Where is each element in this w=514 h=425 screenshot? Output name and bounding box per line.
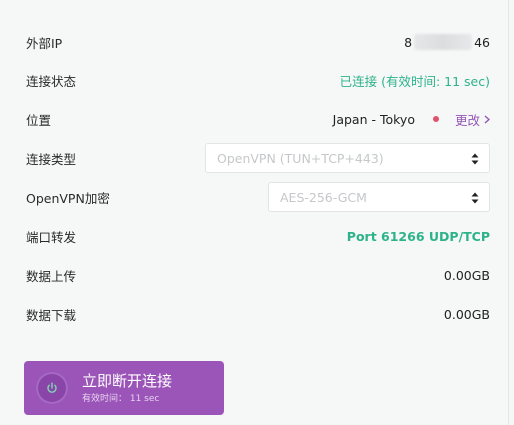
chevron-right-icon	[484, 114, 490, 124]
external-ip-label: 外部IP	[26, 35, 63, 51]
change-location-label: 更改	[454, 112, 480, 128]
connection-type-select[interactable]: OpenVPN (TUN+TCP+443)	[205, 143, 490, 173]
data-upload-label: 数据上传	[26, 268, 77, 284]
connection-type-selected: OpenVPN (TUN+TCP+443)	[217, 150, 384, 166]
location-row: 位置 Japan - Tokyo 更改	[26, 104, 490, 134]
disconnect-button-title: 立即断开连接	[82, 372, 173, 390]
external-ip-prefix: 8	[404, 34, 413, 50]
data-download-value: 0.00GB	[443, 306, 490, 322]
select-arrows-icon	[471, 192, 479, 204]
port-forwarding-label: 端口转发	[26, 229, 77, 245]
openvpn-encryption-selected: AES-256-GCM	[280, 189, 367, 205]
location-status-dot	[432, 116, 439, 122]
redacted-ip-blur	[414, 34, 473, 50]
select-arrows-icon	[471, 153, 479, 165]
power-icon	[36, 372, 68, 404]
data-download-label: 数据下载	[26, 307, 77, 323]
disconnect-button-subtitle: 有效时间： 11 sec	[82, 394, 160, 404]
connection-type-label: 连接类型	[26, 151, 77, 167]
connection-status-label: 连接状态	[26, 73, 77, 89]
openvpn-encryption-label: OpenVPN加密	[26, 190, 110, 206]
location-value: Japan - Tokyo	[332, 111, 415, 127]
power-glyph	[47, 382, 57, 393]
port-forwarding-row: 端口转发 Port 61266 UDP/TCP	[26, 221, 490, 251]
external-ip-value: 8 46	[404, 34, 490, 50]
connection-details-panel: 外部IP 8 46 连接状态 已连接 (有效时间: 11 sec) 位置 Jap…	[0, 0, 509, 425]
disconnect-now-button[interactable]: 立即断开连接 有效时间： 11 sec	[24, 361, 224, 415]
change-location-link[interactable]: 更改	[455, 110, 490, 129]
connection-status-value: 已连接 (有效时间: 11 sec)	[339, 73, 490, 89]
external-ip-suffix: 46	[474, 34, 490, 50]
port-forwarding-value: Port 61266 UDP/TCP	[346, 228, 490, 244]
connection-status-row: 连接状态 已连接 (有效时间: 11 sec)	[26, 65, 490, 95]
location-value-group: Japan - Tokyo 更改	[333, 110, 490, 129]
data-download-row: 数据下载 0.00GB	[26, 299, 490, 329]
openvpn-encryption-select[interactable]: AES-256-GCM	[268, 182, 490, 212]
external-ip-row: 外部IP 8 46	[26, 27, 490, 57]
data-upload-row: 数据上传 0.00GB	[26, 260, 490, 290]
data-upload-value: 0.00GB	[443, 267, 490, 283]
location-label: 位置	[26, 112, 52, 128]
